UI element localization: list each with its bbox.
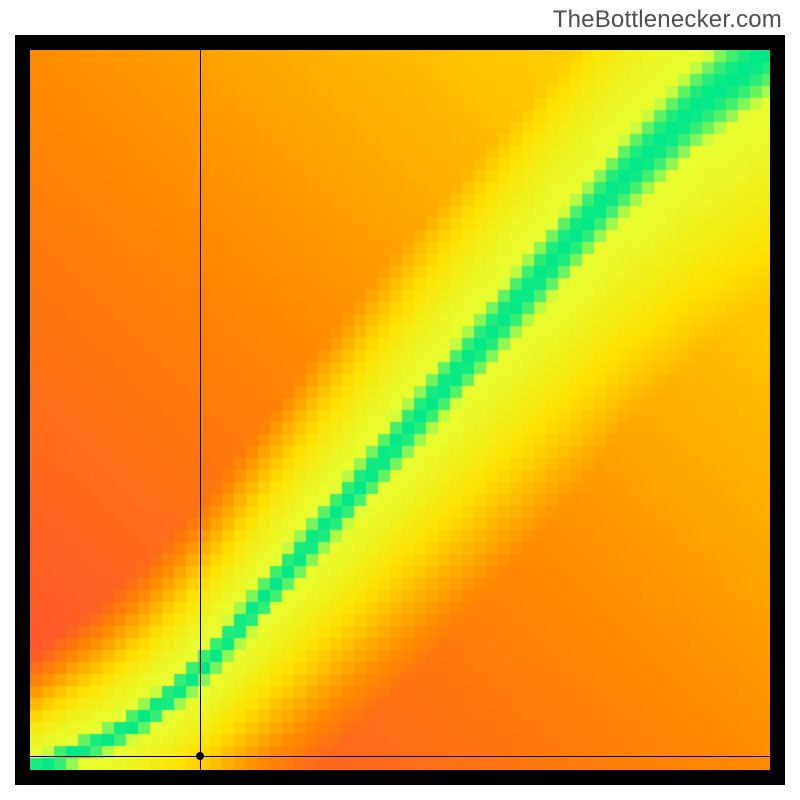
crosshair-marker — [196, 752, 204, 760]
heatmap-canvas — [30, 50, 770, 770]
plot-frame — [15, 35, 785, 785]
crosshair-horizontal — [30, 756, 770, 757]
crosshair-vertical — [200, 50, 201, 770]
watermark-text: TheBottlenecker.com — [553, 6, 782, 34]
heatmap-plot-area — [30, 50, 770, 770]
